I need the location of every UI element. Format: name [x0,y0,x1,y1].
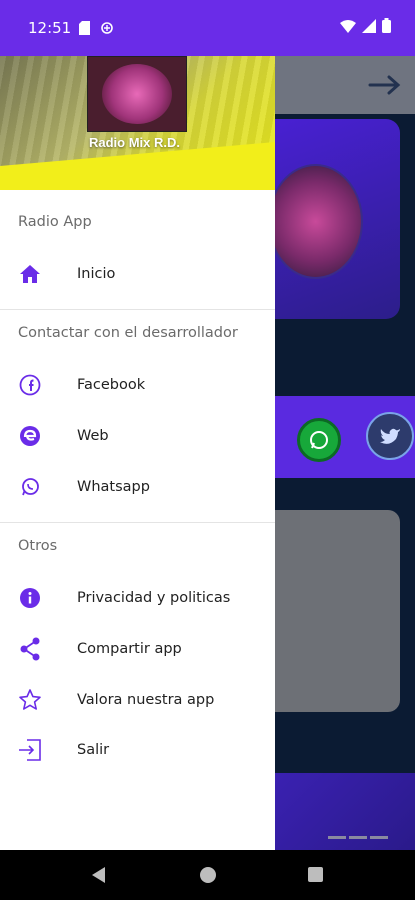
menu-item-exit[interactable]: Salir [0,727,275,773]
whatsapp-icon [310,431,328,449]
menu-item-label: Compartir app [77,641,182,657]
divider [0,522,275,523]
menu-item-facebook[interactable]: Facebook [0,362,275,408]
exit-icon [18,738,42,762]
star-icon [18,688,42,712]
back-icon[interactable] [92,867,106,883]
menu-item-label: Whatsapp [77,479,150,495]
menu-item-label: Valora nuestra app [77,692,215,708]
data-saver-icon [101,22,113,34]
menu-item-privacy[interactable]: Privacidad y politicas [0,575,275,621]
whatsapp-button[interactable] [297,418,341,462]
section-label-radio-app: Radio App [18,214,92,230]
status-time: 12:51 [28,19,72,37]
arrow-right-icon[interactable] [368,74,402,96]
drawer-header-title: Radio Mix R.D. [89,135,181,150]
menu-item-label: Facebook [77,377,146,393]
menu-item-share[interactable]: Compartir app [0,626,275,672]
section-label-contact: Contactar con el desarrollador [18,325,238,341]
menu-item-rate[interactable]: Valora nuestra app [0,677,275,723]
twitter-icon [380,428,400,444]
menu-item-web[interactable]: Web [0,413,275,459]
divider [0,309,275,310]
home-button[interactable] [200,867,216,883]
sim-card-icon [79,21,90,35]
share-icon [18,637,42,661]
whatsapp-icon [18,475,42,499]
menu-item-label: Privacidad y politicas [77,590,231,606]
menu-item-label: Salir [77,742,110,758]
twitter-button[interactable] [366,412,414,460]
signal-icon [362,18,376,33]
battery-icon [382,18,391,33]
menu-item-inicio[interactable]: Inicio [0,251,275,297]
menu-item-label: Inicio [77,266,116,282]
recents-button[interactable] [308,867,323,882]
web-icon [18,424,42,448]
drawer-header: Radio Mix R.D. [0,56,275,190]
section-label-others: Otros [18,538,58,554]
radio-logo [87,56,187,132]
wifi-icon [340,19,356,33]
menu-dashes-icon [328,824,391,843]
station-logo [268,164,363,279]
system-nav-bar [0,850,415,900]
facebook-icon [18,373,42,397]
status-bar: 12:51 [0,0,415,56]
menu-item-label: Web [77,428,109,444]
info-icon [18,586,42,610]
menu-item-whatsapp[interactable]: Whatsapp [0,464,275,510]
navigation-drawer: Radio Mix R.D. Radio App Inicio Contacta… [0,56,275,850]
home-icon [18,262,42,286]
